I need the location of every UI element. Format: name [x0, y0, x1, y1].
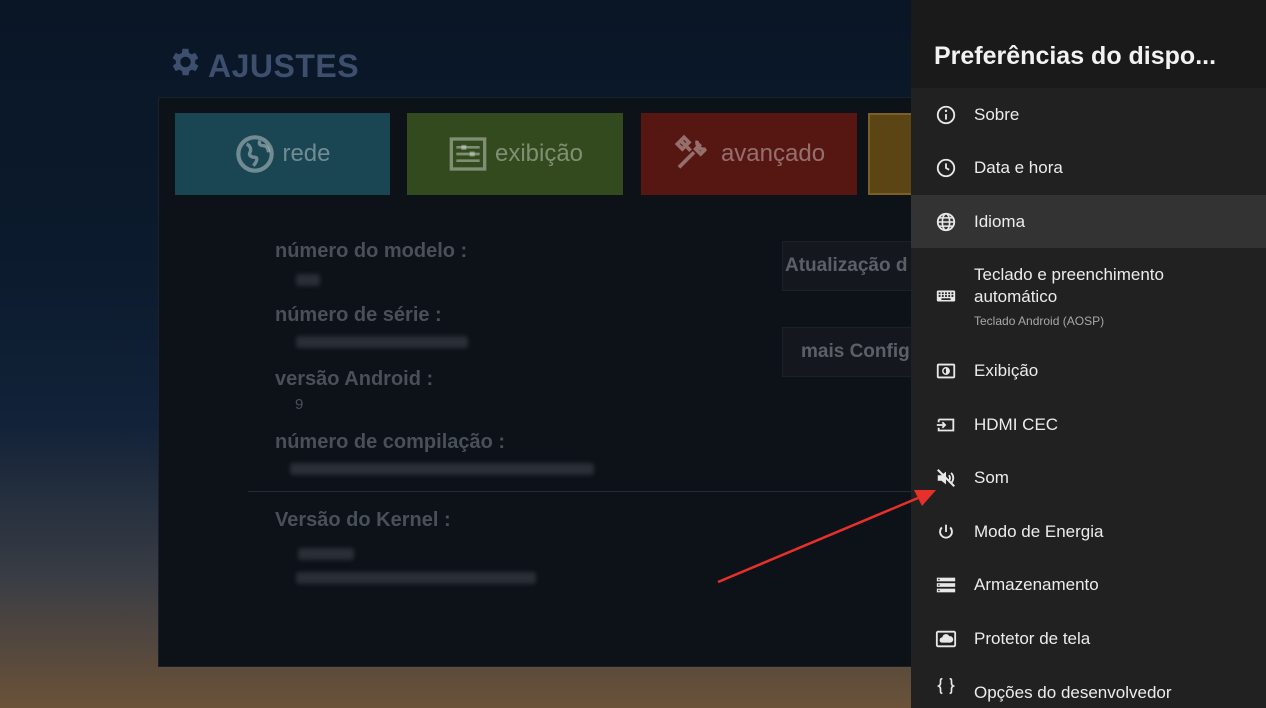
serial-number-value-blurred [296, 336, 468, 348]
menu-item-teclado[interactable]: Teclado e preenchimento automático Tecla… [911, 248, 1266, 344]
menu-item-data-e-hora[interactable]: Data e hora [911, 141, 1266, 195]
display-icon [934, 359, 958, 383]
tile-exibicao[interactable]: exibição [407, 113, 623, 195]
storage-icon [934, 573, 958, 597]
build-number-label: número de compilação : [275, 431, 506, 453]
panel-title: Preferências do dispo... [911, 0, 1266, 88]
code-braces-icon [934, 674, 958, 698]
menu-item-label: Data e hora [974, 158, 1063, 177]
menu-item-label: Armazenamento [974, 575, 1099, 594]
globe-icon [234, 133, 276, 175]
volume-off-icon [934, 466, 958, 490]
background-settings-screen: AJUSTES rede exibição avançado número do… [0, 0, 928, 708]
background-title: AJUSTES [166, 44, 359, 88]
tile-label: rede [282, 140, 331, 167]
menu-item-label: Modo de Energia [974, 521, 1104, 541]
menu-item-exibicao[interactable]: Exibição [911, 344, 1266, 398]
tile-rede[interactable]: rede [175, 113, 390, 195]
menu-item-label: Sobre [974, 104, 1020, 124]
menu-item-som[interactable]: Som [911, 451, 1266, 505]
menu-item-label: HDMI CEC [974, 414, 1059, 434]
menu-item-protetor-de-tela[interactable]: Protetor de tela [911, 612, 1266, 665]
tile-label: avançado [720, 140, 826, 167]
menu-item-sobre[interactable]: Sobre [911, 88, 1266, 141]
tile-label: exibição [494, 140, 584, 167]
menu-item-subtitle: Teclado Android (AOSP) [974, 314, 1105, 328]
menu-item-modo-de-energia[interactable]: Modo de Energia [911, 505, 1266, 558]
menu-item-label: Teclado e preenchimento automático [974, 265, 1164, 306]
keyboard-icon [934, 284, 958, 308]
menu-item-opcoes-desenvolvedor[interactable]: Opções do desenvolvedor [911, 665, 1266, 708]
power-icon [934, 520, 958, 544]
serial-number-label: número de série : [275, 304, 442, 326]
globe-icon [934, 210, 958, 234]
menu-item-label: Som [974, 468, 1009, 487]
model-number-label: número do modelo : [275, 240, 468, 262]
info-icon [934, 103, 958, 127]
menu-item-armazenamento[interactable]: Armazenamento [911, 558, 1266, 612]
menu-item-hdmi-cec[interactable]: HDMI CEC [911, 398, 1266, 451]
screensaver-icon [934, 627, 958, 651]
clock-icon [934, 156, 958, 180]
model-number-value-blurred [296, 274, 320, 286]
kernel-version-label: Versão do Kernel : [275, 509, 451, 531]
menu-item-label: Protetor de tela [974, 628, 1091, 648]
tile-avancado[interactable]: avançado [641, 113, 857, 195]
divider [248, 491, 918, 492]
hdmi-input-icon [934, 413, 958, 437]
background-title-text: AJUSTES [208, 47, 360, 84]
more-settings-button[interactable]: mais Config [782, 327, 918, 377]
build-number-value-blurred [290, 463, 594, 475]
gear-icon [166, 44, 202, 88]
tools-icon [673, 133, 715, 175]
menu-item-label: Opções do desenvolvedor [974, 683, 1172, 702]
menu-item-label: Idioma [974, 211, 1026, 231]
android-version-label: versão Android : [275, 368, 434, 390]
device-preferences-panel: Preferências do dispo... Sobre Data e ho… [911, 0, 1266, 708]
display-settings-icon [447, 133, 489, 175]
kernel-version-value-blurred [296, 572, 536, 584]
kernel-version-value-blurred [298, 548, 354, 560]
menu-item-idioma[interactable]: Idioma [911, 195, 1266, 248]
menu-item-label: Exibição [974, 361, 1039, 380]
android-version-value: 9 [295, 396, 304, 413]
update-button[interactable]: Atualização d [782, 241, 918, 291]
